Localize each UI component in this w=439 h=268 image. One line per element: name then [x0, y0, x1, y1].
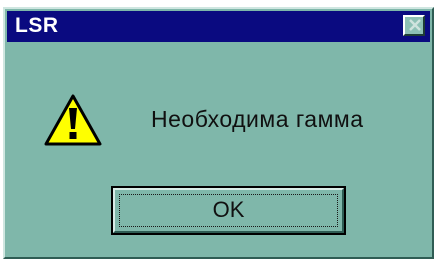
window-title: LSR — [15, 14, 59, 37]
message-box-window: LSR Необходима гамма OK — [3, 7, 434, 259]
ok-button[interactable]: OK — [111, 186, 346, 235]
warning-icon — [43, 92, 103, 148]
title-bar[interactable]: LSR — [7, 11, 430, 42]
ok-button-label: OK — [212, 197, 245, 222]
close-icon — [409, 19, 421, 31]
close-button[interactable] — [403, 15, 425, 36]
message-text: Необходима гамма — [151, 106, 364, 132]
